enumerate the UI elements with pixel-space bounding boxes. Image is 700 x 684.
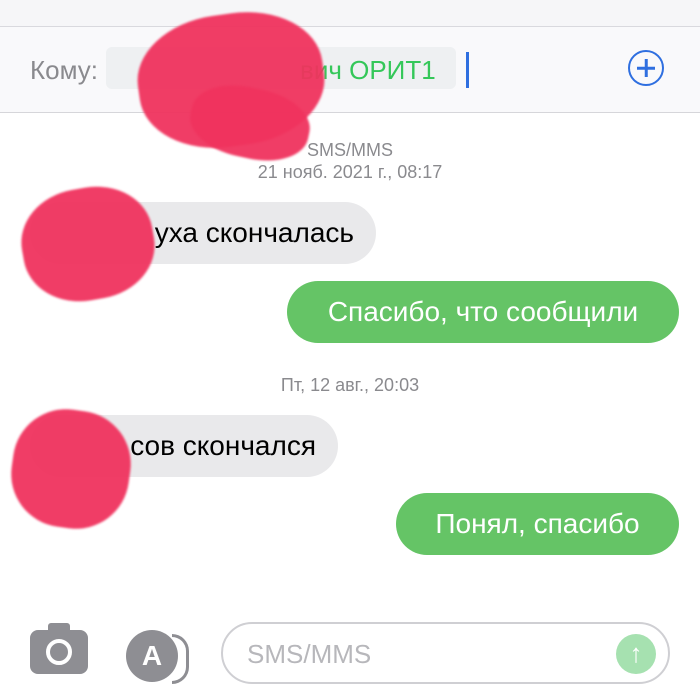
arrow-up-icon: ↑ — [629, 638, 643, 668]
to-label: Кому: — [30, 55, 98, 85]
redaction-mark — [13, 177, 163, 311]
appstore-button[interactable]: A — [126, 630, 189, 684]
appstore-icon: A — [141, 640, 163, 671]
add-recipient-button[interactable] — [628, 50, 664, 86]
camera-button[interactable] — [30, 623, 88, 674]
timestamp: 21 нояб. 2021 г., 08:17 — [257, 162, 443, 182]
send-button[interactable]: ↑ — [616, 634, 656, 674]
service-label: SMS/MMS — [306, 140, 393, 160]
timestamp: Пт, 12 авг., 20:03 — [280, 375, 420, 395]
outgoing-message-bubble[interactable]: Понял, спасибо — [396, 493, 679, 555]
camera-icon — [46, 639, 72, 665]
text-cursor — [466, 52, 469, 88]
message-input[interactable]: SMS/MMS ↑ — [221, 622, 670, 684]
window-top-strip — [0, 0, 700, 27]
outgoing-message-bubble[interactable]: Спасибо, что сообщили — [287, 281, 679, 343]
message-input-placeholder: SMS/MMS — [247, 639, 372, 669]
